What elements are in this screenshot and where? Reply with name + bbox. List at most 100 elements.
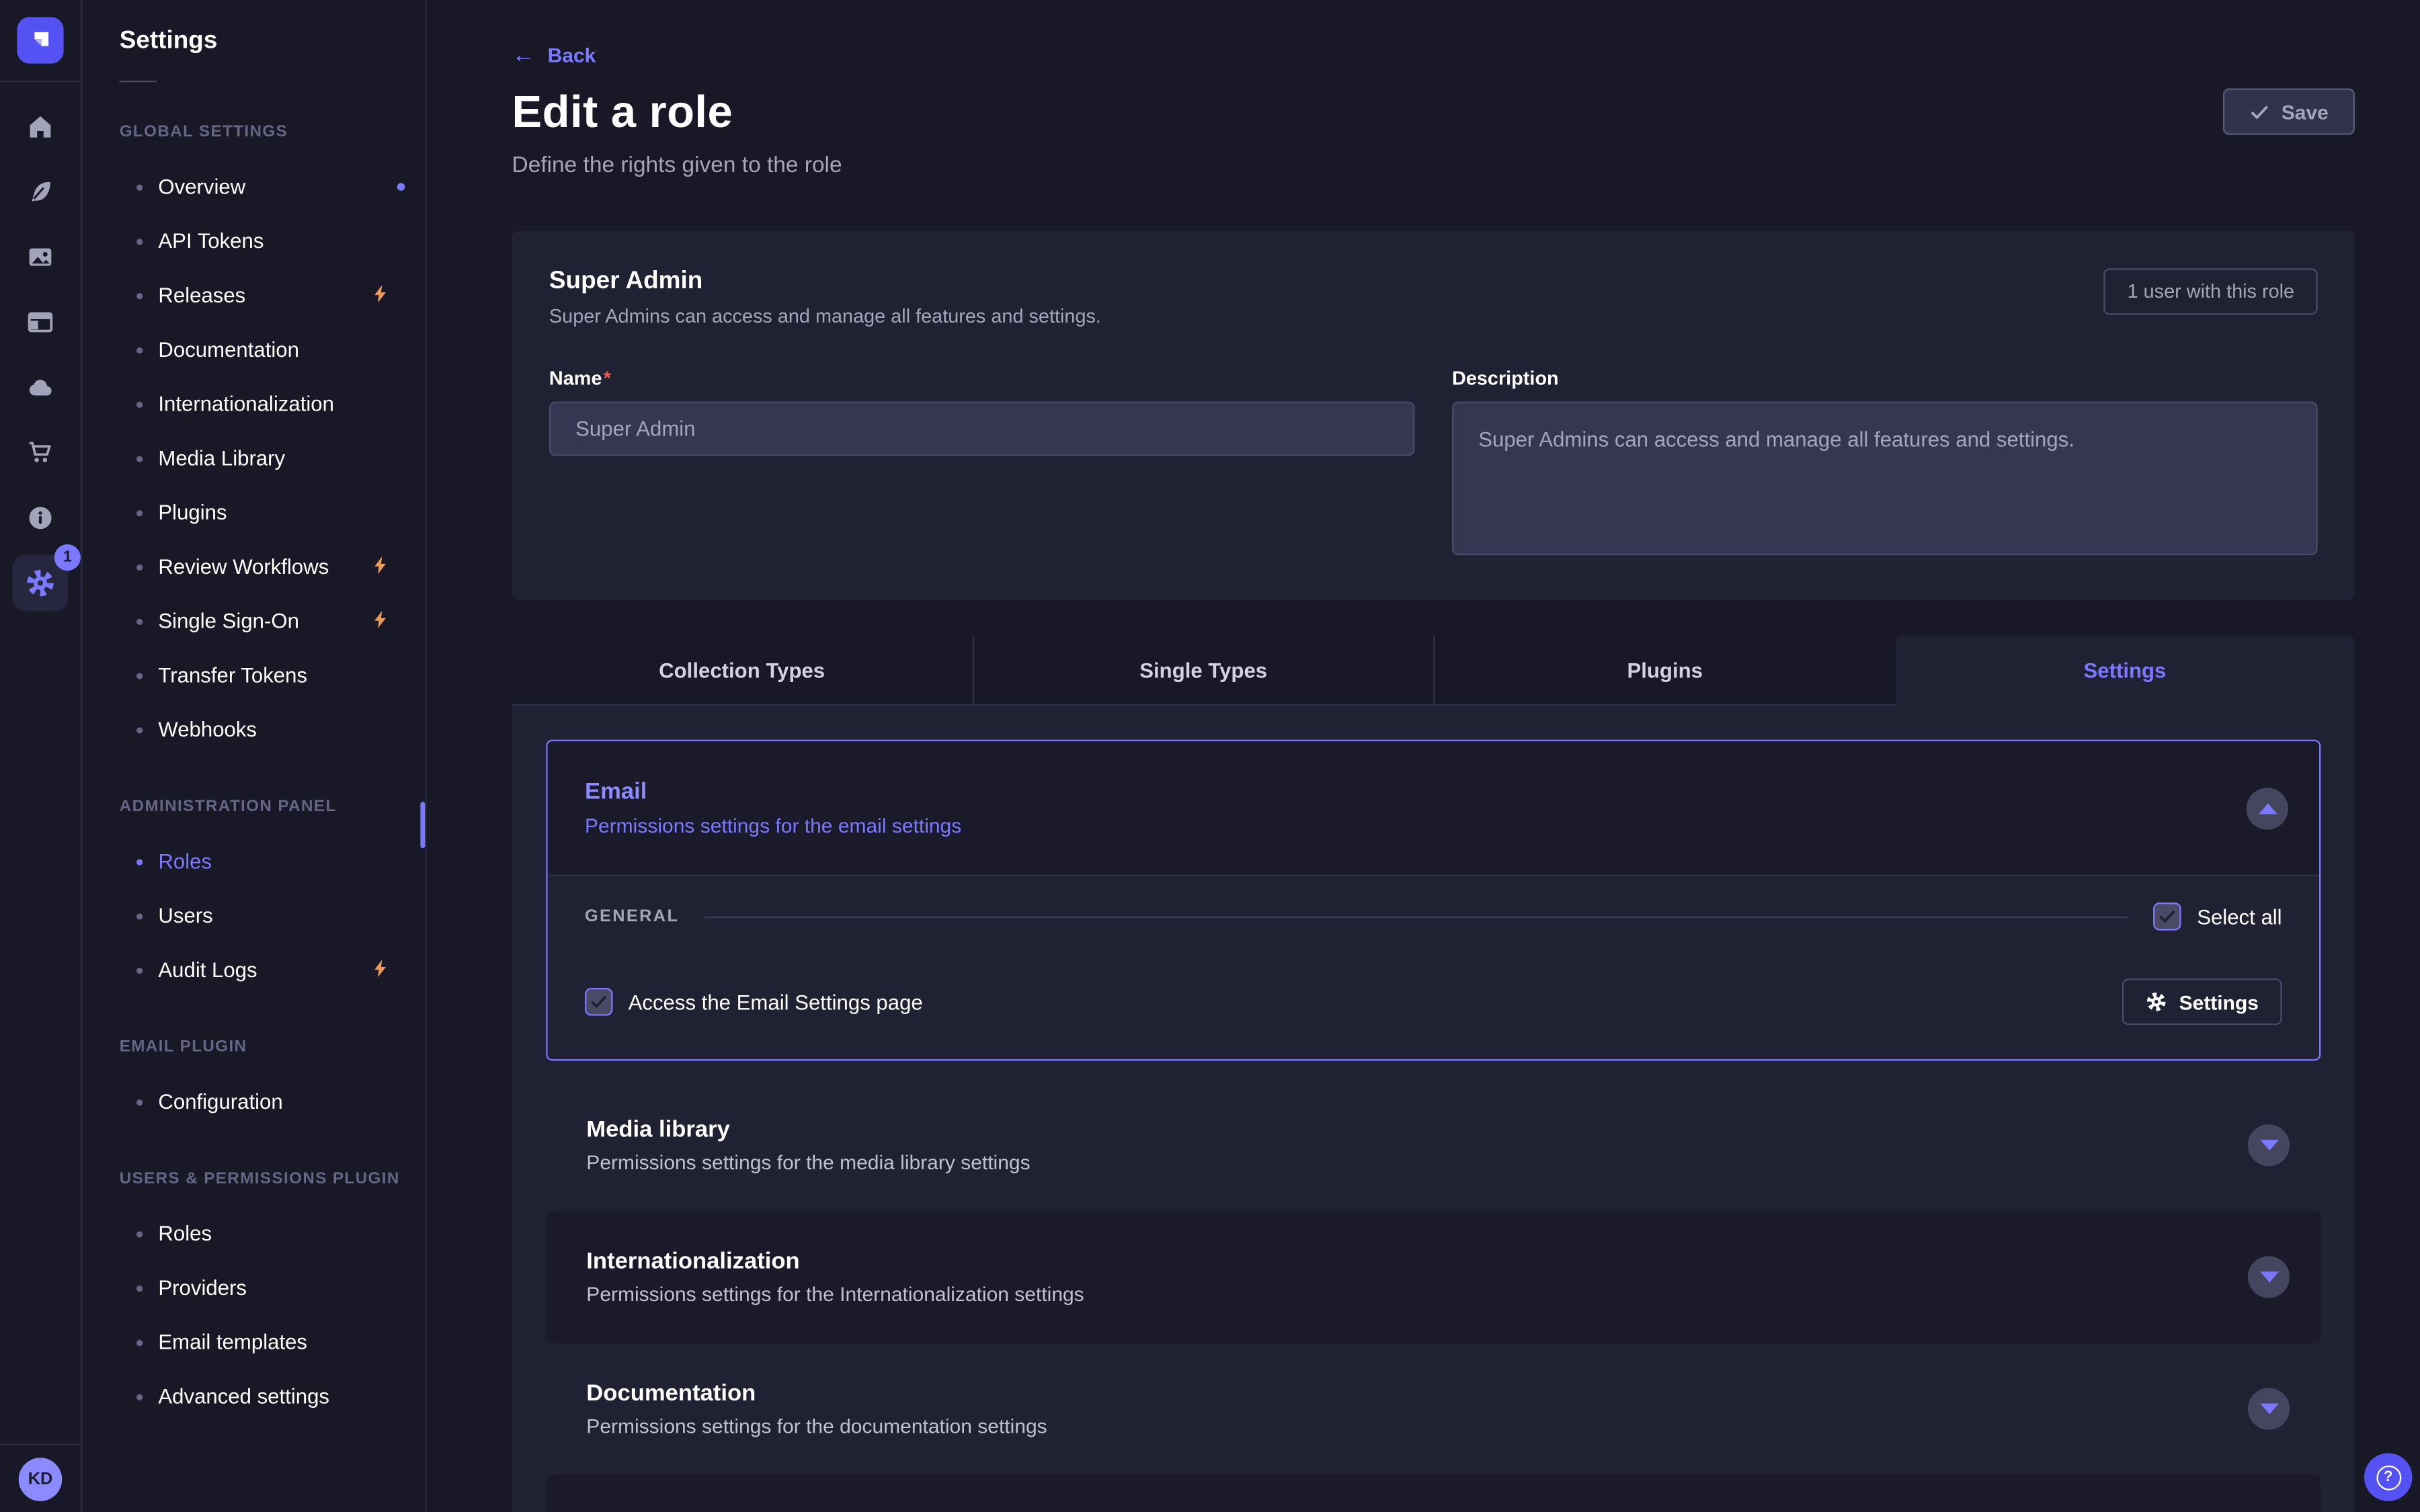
- users-with-role-button[interactable]: 1 user with this role: [2104, 268, 2318, 314]
- role-description: Super Admins can access and manage all f…: [549, 306, 1101, 327]
- email-accordion-header[interactable]: Email Permissions settings for the email…: [548, 741, 2319, 874]
- section-divider: [704, 916, 2128, 917]
- info-icon[interactable]: [0, 485, 81, 550]
- bullet-icon: [136, 1393, 143, 1399]
- sidebar-scrollbar-thumb[interactable]: [420, 802, 425, 848]
- bullet-icon: [136, 726, 143, 732]
- sidebar-item-roles-up[interactable]: Roles: [82, 1206, 425, 1261]
- settings-gear-icon: 1: [12, 555, 68, 611]
- sidebar-item-internationalization[interactable]: Internationalization: [82, 377, 425, 431]
- name-field-group: Name*: [549, 364, 1415, 456]
- tab-single-types[interactable]: Single Types: [973, 636, 1435, 706]
- sidebar-item-configuration[interactable]: Configuration: [82, 1075, 425, 1129]
- bullet-icon: [136, 1230, 143, 1236]
- sidebar-item-roles-admin[interactable]: Roles: [82, 835, 425, 889]
- tab-settings[interactable]: Settings: [1895, 636, 2355, 706]
- rail-bottom: KD: [0, 1443, 81, 1512]
- tab-bar: Collection Types Single Types Plugins Se…: [512, 636, 2355, 706]
- bullet-icon: [136, 672, 143, 678]
- description-label: Description: [1452, 368, 1559, 389]
- sidebar-item-single-sign-on[interactable]: Single Sign-On: [82, 594, 425, 648]
- media-library-accordion[interactable]: Media library Permissions settings for t…: [546, 1079, 2321, 1211]
- email-permissions-accordion: Email Permissions settings for the email…: [546, 740, 2321, 1061]
- access-email-settings-checkbox[interactable]: [585, 988, 613, 1016]
- sidebar-item-audit-logs[interactable]: Audit Logs: [82, 943, 425, 997]
- content-type-builder-icon[interactable]: [0, 290, 81, 355]
- marketplace-icon[interactable]: [0, 420, 81, 485]
- sidebar-item-transfer-tokens[interactable]: Transfer Tokens: [82, 648, 425, 703]
- page-title: Edit a role: [512, 89, 2355, 140]
- tab-plugins[interactable]: Plugins: [1435, 636, 1895, 706]
- collapse-button[interactable]: [2247, 787, 2288, 829]
- page-subtitle: Define the rights given to the role: [512, 153, 2355, 178]
- sidebar-item-review-workflows[interactable]: Review Workflows: [82, 540, 425, 594]
- bullet-icon: [136, 509, 143, 515]
- expand-button[interactable]: [2248, 1256, 2290, 1298]
- check-icon: [2249, 101, 2269, 122]
- role-card: Super Admin Super Admins can access and …: [512, 231, 2355, 600]
- bullet-icon: [136, 913, 143, 919]
- check-icon: [2159, 907, 2177, 926]
- expand-button[interactable]: [2248, 1124, 2290, 1166]
- sidebar-item-documentation[interactable]: Documentation: [82, 323, 425, 377]
- select-all-checkbox[interactable]: [2154, 902, 2182, 931]
- select-all-label: Select all: [2197, 905, 2282, 929]
- settings-nav-item[interactable]: 1: [0, 550, 81, 616]
- back-link[interactable]: ← Back: [512, 42, 596, 68]
- collapsed-accordions: Media library Permissions settings for t…: [546, 1079, 2321, 1512]
- help-button[interactable]: ?: [2364, 1453, 2413, 1501]
- sidebar-item-api-tokens[interactable]: API Tokens: [82, 214, 425, 268]
- save-button[interactable]: Save: [2222, 89, 2355, 135]
- bullet-icon: [136, 1285, 143, 1291]
- documentation-accordion[interactable]: Documentation Permissions settings for t…: [546, 1343, 2321, 1474]
- question-mark-icon: ?: [2376, 1465, 2401, 1490]
- sidebar-item-releases[interactable]: Releases: [82, 268, 425, 323]
- email-accordion-title: Email: [585, 778, 961, 804]
- strapi-logo-button[interactable]: [0, 0, 81, 82]
- name-input[interactable]: [549, 402, 1415, 456]
- sidebar-item-users[interactable]: Users: [82, 888, 425, 943]
- lightning-bolt-icon: [371, 958, 391, 982]
- check-icon: [590, 993, 608, 1011]
- select-all-group: Select all: [2154, 902, 2282, 931]
- cloud-icon[interactable]: [0, 355, 81, 420]
- content-manager-icon[interactable]: [0, 160, 81, 225]
- home-icon[interactable]: [0, 95, 81, 160]
- bullet-icon: [136, 858, 143, 864]
- bullet-icon: [136, 455, 143, 461]
- sidebar-item-providers[interactable]: Providers: [82, 1261, 425, 1315]
- sidebar-item-advanced-settings[interactable]: Advanced settings: [82, 1370, 425, 1424]
- sidebar-item-overview[interactable]: Overview: [82, 160, 425, 214]
- sidebar-item-email-templates[interactable]: Email templates: [82, 1315, 425, 1370]
- gear-icon: [2145, 991, 2167, 1013]
- bullet-icon: [136, 238, 143, 244]
- strapi-logo-icon: [17, 17, 63, 63]
- description-textarea[interactable]: Super Admins can access and manage all f…: [1452, 402, 2318, 555]
- arrow-left-icon: ←: [512, 42, 536, 68]
- internationalization-accordion[interactable]: Internationalization Permissions setting…: [546, 1211, 2321, 1343]
- bullet-icon: [136, 401, 143, 407]
- expand-button[interactable]: [2248, 1388, 2290, 1429]
- notification-dot-icon: [397, 183, 405, 191]
- bullet-icon: [136, 618, 143, 624]
- lightning-bolt-icon: [371, 609, 391, 634]
- bullet-icon: [136, 564, 143, 570]
- main-content: ← Back Edit a role Define the rights giv…: [427, 0, 2420, 1512]
- chevron-down-icon: [2259, 1271, 2278, 1282]
- user-avatar[interactable]: KD: [19, 1457, 63, 1501]
- email-settings-button[interactable]: Settings: [2122, 978, 2282, 1025]
- name-label: Name*: [549, 368, 611, 389]
- sidebar-item-webhooks[interactable]: Webhooks: [82, 702, 425, 757]
- sidebar-item-plugins[interactable]: Plugins: [82, 485, 425, 540]
- lightning-bolt-icon: [371, 283, 391, 308]
- app-window: 1 KD Settings GLOBAL SETTINGS Overview A…: [0, 0, 2420, 1512]
- required-asterisk: *: [604, 368, 611, 389]
- tab-collection-types[interactable]: Collection Types: [512, 636, 974, 706]
- email-accordion-body: GENERAL Select all Access the Email Sett…: [548, 875, 2319, 1060]
- chevron-down-icon: [2259, 1140, 2278, 1150]
- section-header-users-permissions-plugin: USERS & PERMISSIONS PLUGIN: [120, 1169, 426, 1188]
- plugins-marketplace-accordion[interactable]: Plugins and marketplace: [546, 1475, 2321, 1512]
- media-library-icon[interactable]: [0, 225, 81, 290]
- sidebar-item-media-library[interactable]: Media Library: [82, 431, 425, 486]
- section-header-global-settings: GLOBAL SETTINGS: [120, 122, 426, 141]
